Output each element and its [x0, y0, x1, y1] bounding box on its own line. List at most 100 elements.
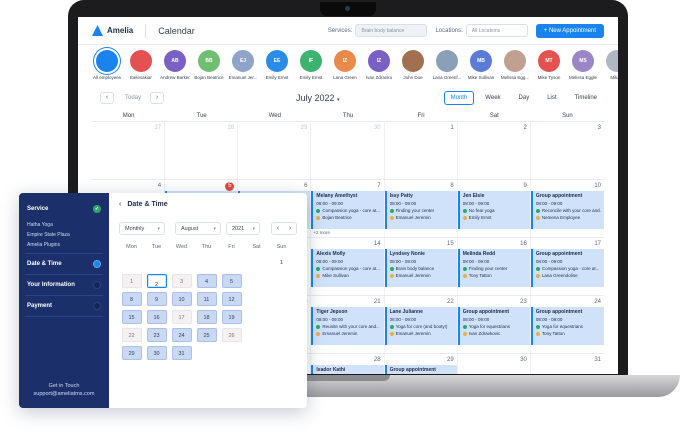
calendar-day-cell[interactable]: 15 Lyndsey Nonie 08:00 - 09:00 Brain body b…: [384, 238, 458, 295]
employee-filter-item[interactable]: John Doe: [398, 50, 428, 88]
today-button[interactable]: Today: [125, 95, 141, 101]
employee-filter-item[interactable]: IZ Ivan Zdranko: [364, 50, 394, 88]
calendar-day-cell[interactable]: 27: [92, 122, 166, 179]
step-date-time[interactable]: Date & Time: [19, 254, 109, 274]
employee-filter-item[interactable]: EE Emily Ernst: [262, 50, 292, 88]
locations-select[interactable]: All Locations: [465, 24, 528, 37]
employee-filter-item[interactable]: Lana Greenf...: [432, 50, 462, 88]
calendar-day-cell[interactable]: 28 Isador Kathi08:00 - 09:00Yoga for gut …: [311, 354, 385, 374]
calendar-day-cell[interactable]: 30: [458, 354, 531, 374]
calendar-day-cell[interactable]: 9 Jen Elsie 08:00 - 09:00 No fear yoga Emily…: [457, 180, 531, 237]
next-arrow-icon[interactable]: ›: [284, 223, 296, 234]
view-list-button[interactable]: List: [540, 91, 563, 105]
service-status-icon: [316, 266, 321, 271]
employee-avatar-icon: [535, 331, 540, 336]
calendar-day-cell[interactable]: 14 Alexis Molly 08:00 - 09:00 Compassion yo…: [311, 238, 385, 295]
date-cell[interactable]: 2: [146, 274, 167, 288]
employee-filter-item[interactable]: Melissa Egg...: [500, 50, 530, 88]
employee-filter-item[interactable]: EJ Emanuel Jer...: [228, 50, 258, 88]
view-week-button[interactable]: Week: [478, 91, 507, 105]
appointment-event[interactable]: Tiger Jepson 08:00 - 09:00 Reunite with yo…: [311, 307, 384, 345]
prev-month-button[interactable]: ‹: [100, 92, 114, 104]
employee-filter-item[interactable]: BB Bojan Beatrice: [194, 50, 224, 88]
view-month-button[interactable]: Month: [443, 91, 475, 105]
calendar-day-cell[interactable]: 7 Melany Amethyst 08:00 - 09:00 Compassion …: [311, 180, 385, 237]
calendar-day-cell[interactable]: 1: [385, 122, 458, 179]
month-select[interactable]: August ▾: [175, 222, 221, 235]
date-cell[interactable]: 24: [171, 328, 192, 342]
employee-filter-item[interactable]: MT Mike Tyson: [534, 50, 564, 88]
appointment-event[interactable]: Group appointment08:00 - 09:00Reunite wi…: [384, 365, 457, 374]
calendar-day-cell[interactable]: 29 Group appointment08:00 - 09:00Reunite …: [384, 354, 458, 374]
day-number-text: 29: [447, 357, 454, 363]
next-month-button[interactable]: ›: [150, 92, 164, 104]
date-cell[interactable]: 10: [171, 292, 192, 306]
calendar-day-cell[interactable]: 17 Group appointment 08:00 - 09:00 Compassi…: [530, 238, 604, 295]
employee-filter-item[interactable]: Mika...: [602, 50, 618, 88]
employee-filter-item[interactable]: AB Andrew Barker: [160, 50, 190, 88]
date-cell[interactable]: 18: [196, 310, 217, 324]
date-cell[interactable]: 11: [196, 292, 217, 306]
date-cell[interactable]: 31: [171, 346, 192, 360]
calendar-day-cell[interactable]: 30: [311, 122, 385, 179]
appointment-event[interactable]: Jen Elsie 08:00 - 09:00 No fear yoga Emily …: [457, 191, 530, 229]
date-cell[interactable]: 19: [221, 310, 242, 324]
appointment-event[interactable]: Group appointment 08:00 - 09:00 Yoga for e…: [530, 307, 604, 345]
employee-filter-item[interactable]: Ibelesakiar: [126, 50, 156, 88]
employee-filter-item[interactable]: IZ Lana Green: [330, 50, 360, 88]
calendar-day-cell[interactable]: 21 Tiger Jepson 08:00 - 09:00 Reunite with …: [311, 296, 385, 353]
back-arrow-icon[interactable]: ‹: [119, 201, 121, 208]
calendar-day-cell[interactable]: 10 Group appointment 08:00 - 09:00 Reconcil…: [530, 180, 604, 237]
calendar-day-cell[interactable]: 16 Melinda Redd 08:00 - 09:00 Finding your …: [457, 238, 531, 295]
date-cell[interactable]: 16: [146, 310, 167, 324]
step-service[interactable]: Service ✓: [19, 199, 109, 219]
calendar-day-cell[interactable]: 3: [531, 122, 604, 179]
appointment-event[interactable]: Group appointment 08:00 - 09:00 Yoga for e…: [457, 307, 530, 345]
calendar-day-cell[interactable]: 23 Group appointment 08:00 - 09:00 Yoga for…: [457, 296, 531, 353]
appointment-event[interactable]: Group appointment 08:00 - 09:00 Reconcile …: [530, 191, 604, 229]
calendar-day-cell[interactable]: 29: [238, 122, 312, 179]
employee-filter-item[interactable]: MB Mike Sullivan: [466, 50, 496, 88]
calendar-day-cell[interactable]: 28: [165, 122, 239, 179]
date-cell[interactable]: 23: [146, 328, 167, 342]
calendar-day-cell[interactable]: 22 Lane Julianne 08:00 - 09:00 Yoga for cor…: [384, 296, 458, 353]
date-cell[interactable]: 29: [121, 346, 142, 360]
date-cell[interactable]: 5: [221, 274, 242, 288]
calendar-day-cell[interactable]: 24 Group appointment 08:00 - 09:00 Yoga for…: [530, 296, 604, 353]
calendar-day-cell[interactable]: 31: [531, 354, 604, 374]
calendar-day-cell[interactable]: 2: [458, 122, 531, 179]
employee-filter-item[interactable]: All employees: [92, 50, 122, 88]
date-cell[interactable]: 30: [146, 346, 167, 360]
appointment-event[interactable]: Isador Kathi08:00 - 09:00Yoga for gut he…: [311, 365, 384, 374]
month-title[interactable]: July 2022 ▾: [296, 93, 340, 103]
date-cell[interactable]: 4: [196, 274, 217, 288]
date-cell[interactable]: 15: [121, 310, 142, 324]
step-payment[interactable]: Payment: [19, 296, 109, 316]
date-cell[interactable]: 8: [121, 292, 142, 306]
appointment-event[interactable]: Melinda Redd 08:00 - 09:00 Finding your ce…: [457, 249, 530, 287]
contact-email[interactable]: support@ameliatms.com: [19, 390, 109, 398]
step-your-information[interactable]: Your Information: [19, 275, 109, 295]
calendar-day-cell[interactable]: 8 Issy Patty 08:00 - 09:00 Finding your cen…: [384, 180, 458, 237]
mode-select[interactable]: Monthly ▾: [119, 222, 165, 235]
view-timeline-button[interactable]: Timeline: [568, 91, 604, 105]
year-select[interactable]: 2021 ▾: [226, 222, 260, 235]
date-cell[interactable]: 25: [196, 328, 217, 342]
appointment-event[interactable]: Lane Julianne 08:00 - 09:00 Yoga for core …: [384, 307, 457, 345]
employee-filter-item[interactable]: MS Melissa Eggle: [568, 50, 598, 88]
appointment-event[interactable]: Group appointment 08:00 - 09:00 Compassion…: [530, 249, 604, 287]
view-day-button[interactable]: Day: [512, 91, 537, 105]
prev-arrow-icon[interactable]: ‹: [272, 223, 284, 234]
appointment-event[interactable]: Alexis Molly 08:00 - 09:00 Compassion yoga…: [311, 249, 384, 287]
brand-logo[interactable]: Amelia: [92, 25, 133, 36]
appointment-event[interactable]: Melany Amethyst 08:00 - 09:00 Compassion y…: [311, 191, 384, 229]
services-select[interactable]: Brain body balance: [355, 24, 428, 37]
appointment-event[interactable]: Lyndsey Nonie 08:00 - 09:00 Brain body bal…: [384, 249, 457, 287]
date-cell[interactable]: 9: [146, 292, 167, 306]
date-cell[interactable]: 1: [272, 256, 292, 270]
appointment-event[interactable]: Issy Patty 08:00 - 09:00 Finding your cent…: [384, 191, 457, 229]
employee-filter-item[interactable]: IF Emily Ernst: [296, 50, 326, 88]
new-appointment-button[interactable]: + New Appointment: [535, 23, 604, 38]
more-events-link[interactable]: +2 more: [313, 230, 381, 235]
date-cell[interactable]: 12: [221, 292, 242, 306]
